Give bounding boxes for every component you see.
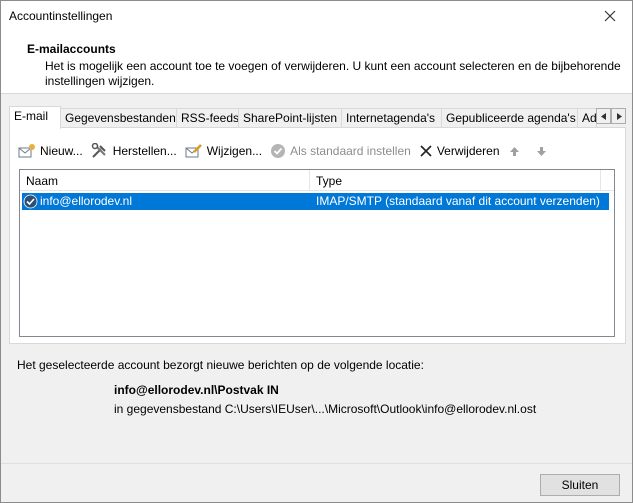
move-down-button[interactable]: [535, 146, 549, 157]
repair-account-button[interactable]: Herstellen...: [91, 143, 177, 159]
close-button[interactable]: Sluiten: [540, 474, 620, 496]
data-file-path: in gegevensbestand C:\Users\IEUser\...\M…: [114, 402, 537, 416]
check-circle-icon: [271, 144, 286, 158]
delivery-location-intro: Het geselecteerde account bezorgt nieuwe…: [17, 358, 424, 372]
change-account-button[interactable]: Wijzigen...: [185, 143, 262, 159]
tab-address-books[interactable]: Ad: [577, 108, 597, 128]
column-header-type[interactable]: Type: [316, 174, 342, 188]
new-mail-icon: [18, 144, 35, 158]
new-account-button[interactable]: Nieuw...: [18, 143, 83, 159]
change-account-label: Wijzigen...: [206, 144, 263, 158]
new-account-label: Nieuw...: [40, 144, 83, 158]
default-account-check-icon: [23, 194, 38, 209]
list-header: Naam Type: [20, 170, 614, 191]
column-header-name[interactable]: Naam: [26, 174, 58, 188]
remove-account-label: Verwijderen: [436, 144, 500, 158]
close-window-button[interactable]: [588, 1, 632, 31]
account-name-cell: info@ellorodev.nl: [40, 194, 133, 208]
column-divider[interactable]: [309, 170, 310, 191]
table-row[interactable]: info@ellorodev.nl IMAP/SMTP (standaard v…: [22, 193, 609, 210]
edit-mail-icon: [185, 144, 202, 158]
caret-left-icon: [600, 112, 606, 120]
email-tab-panel: Nieuw... Herstellen... Wijzigen... Als s…: [9, 127, 626, 344]
footer-divider: [1, 463, 632, 464]
tab-scroll-left-button[interactable]: [596, 108, 611, 124]
tab-rss-feeds[interactable]: RSS-feeds: [176, 108, 239, 128]
tab-internet-calendars[interactable]: Internetagenda's: [341, 108, 442, 128]
delivery-folder: info@ellorodev.nl\Postvak IN: [114, 383, 279, 397]
header-title: E-mailaccounts: [27, 42, 116, 56]
set-default-button[interactable]: Als standaard instellen: [270, 143, 411, 159]
move-up-button[interactable]: [508, 146, 522, 157]
tab-scroll-right-button[interactable]: [611, 108, 626, 124]
set-default-label: Als standaard instellen: [290, 144, 411, 158]
close-icon: [604, 10, 616, 22]
tools-icon: [91, 143, 106, 158]
account-toolbar: Nieuw... Herstellen... Wijzigen... Als s…: [18, 141, 562, 161]
header-section: E-mailaccounts Het is mogelijk een accou…: [1, 31, 632, 94]
tab-bar: E-mail Gegevensbestanden RSS-feeds Share…: [9, 106, 626, 129]
header-description: Het is mogelijk een account toe te voege…: [45, 59, 621, 88]
title-bar: Accountinstellingen: [1, 1, 632, 31]
delete-x-icon: [420, 145, 432, 157]
tab-scroll: [596, 108, 626, 124]
window-title: Accountinstellingen: [9, 9, 113, 23]
account-settings-window: Accountinstellingen E-mailaccounts Het i…: [0, 0, 633, 503]
tab-data-files[interactable]: Gegevensbestanden: [60, 108, 177, 128]
tab-published-calendars[interactable]: Gepubliceerde agenda's: [441, 108, 578, 128]
repair-account-label: Herstellen...: [112, 144, 177, 158]
arrow-up-icon: [510, 146, 520, 156]
arrow-down-icon: [537, 146, 547, 156]
remove-account-button[interactable]: Verwijderen: [419, 144, 500, 158]
caret-right-icon: [616, 112, 622, 120]
tab-email[interactable]: E-mail: [9, 106, 61, 129]
tab-sharepoint-lists[interactable]: SharePoint-lijsten: [238, 108, 342, 128]
column-divider[interactable]: [600, 170, 601, 191]
account-list: Naam Type info@ellorodev.nl IMAP/SMTP (s…: [19, 169, 615, 337]
account-type-cell: IMAP/SMTP (standaard vanaf dit account v…: [316, 194, 600, 208]
